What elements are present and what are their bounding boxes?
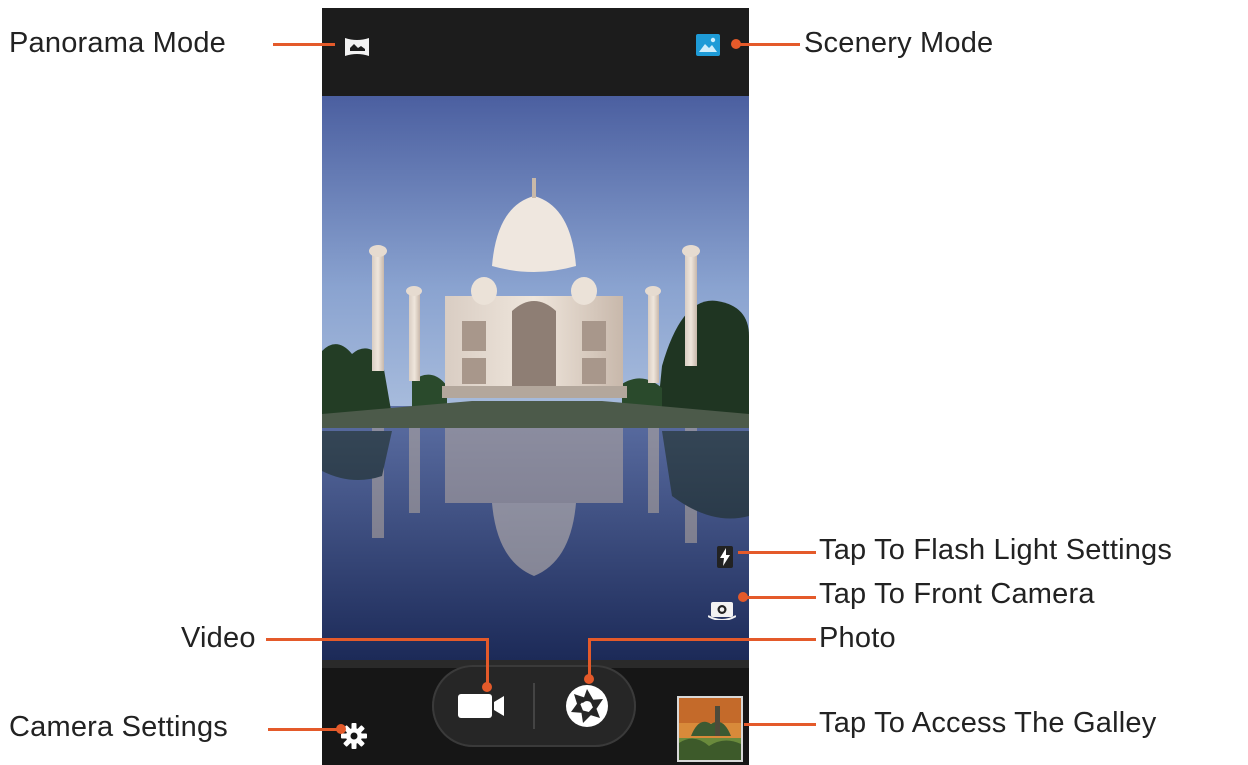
- annotation-flash-settings: Tap To Flash Light Settings: [819, 534, 1173, 566]
- viewfinder[interactable]: [322, 96, 749, 660]
- shutter-icon[interactable]: [564, 683, 610, 729]
- leader-camera-settings: [268, 728, 340, 731]
- annotation-video: Video: [181, 622, 256, 654]
- leader-dot-front-camera: [738, 592, 748, 602]
- leader-front-camera: [742, 596, 816, 599]
- panorama-icon[interactable]: [344, 36, 370, 58]
- leader-dot-photo: [584, 674, 594, 684]
- leader-dot-camera-settings: [336, 724, 346, 734]
- leader-flash-settings: [738, 551, 816, 554]
- switch-camera-icon[interactable]: [708, 598, 736, 620]
- leader-gallery: [744, 723, 816, 726]
- flash-icon[interactable]: [717, 546, 733, 568]
- annotation-gallery: Tap To Access The Galley: [819, 707, 1157, 739]
- annotation-panorama-mode: Panorama Mode: [9, 27, 226, 59]
- pill-divider: [533, 683, 535, 729]
- top-bar: [322, 8, 749, 96]
- leader-video-horizontal: [266, 638, 489, 641]
- leader-photo-vertical: [588, 638, 591, 678]
- gallery-thumbnail[interactable]: [677, 696, 743, 762]
- gallery-thumbnail-image: [679, 698, 741, 760]
- annotation-photo: Photo: [819, 622, 896, 654]
- annotation-scenery-mode: Scenery Mode: [804, 27, 994, 59]
- camera-screen: [322, 8, 749, 765]
- annotation-front-camera: Tap To Front Camera: [819, 578, 1095, 610]
- leader-video-vertical: [486, 638, 489, 686]
- viewfinder-image: [322, 96, 749, 660]
- leader-photo-horizontal: [588, 638, 816, 641]
- leader-dot-video: [482, 682, 492, 692]
- video-camera-icon[interactable]: [458, 692, 506, 720]
- leader-scenery-mode: [736, 43, 800, 46]
- leader-dot-scenery: [731, 39, 741, 49]
- capture-controls: [432, 665, 636, 747]
- annotation-camera-settings: Camera Settings: [9, 711, 228, 743]
- scenery-icon[interactable]: [696, 34, 720, 56]
- leader-panorama-mode: [273, 43, 335, 46]
